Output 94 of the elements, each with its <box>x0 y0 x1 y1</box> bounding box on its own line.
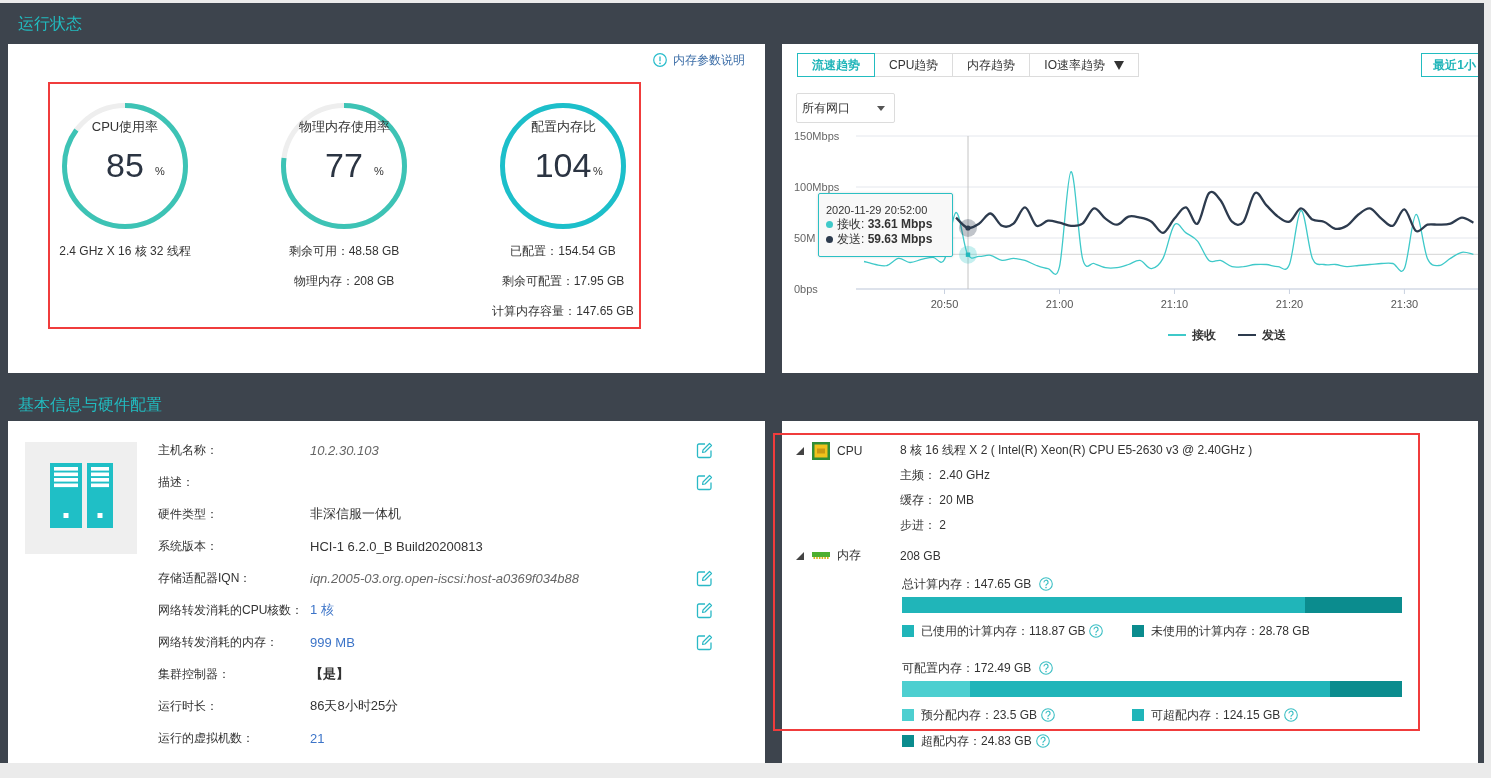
gauge-detail: 已配置：154.54 GB <box>510 243 616 260</box>
field-label: 描述： <box>158 473 195 491</box>
axis-label: 21:10 <box>1160 298 1189 310</box>
gauge-unit: % <box>374 164 384 178</box>
axis-label: 21:00 <box>1045 298 1074 310</box>
gauge-label: CPU使用率 <box>91 119 159 135</box>
field-label: 运行的虚拟机数： <box>158 729 255 747</box>
help-icon[interactable] <box>1039 661 1054 675</box>
field-label: 硬件类型： <box>158 505 219 523</box>
tab[interactable]: CPU趋势 <box>874 53 954 77</box>
legend-label: 发送 <box>1262 326 1286 344</box>
legend-label: 未使用的计算内存：28.78 GB <box>1151 622 1310 640</box>
gauge-value: 85 <box>106 145 144 185</box>
tooltip-value: 发送: 59.63 Mbps <box>837 231 933 248</box>
chip-icon <box>812 441 830 460</box>
axis-label: 20:50 <box>930 298 959 310</box>
field-label: 系统版本： <box>158 537 219 555</box>
gauge-label: 配置内存比 <box>530 119 596 135</box>
field-link[interactable]: 999 MB <box>310 634 355 650</box>
field-label: 网络转发消耗的内存： <box>158 633 279 651</box>
field-label: 集群控制器： <box>158 665 231 683</box>
caret-icon <box>1114 60 1124 70</box>
hardware-detail: 缓存： 20 MB <box>900 492 974 509</box>
hardware-detail: 主频： 2.40 GHz <box>900 467 991 484</box>
field-label: 主机名称： <box>158 441 219 459</box>
field-label: 存储适配器IQN： <box>158 569 253 587</box>
field-value: 86天8小时25分 <box>310 697 399 715</box>
gauge-detail: 物理内存：208 GB <box>293 273 395 290</box>
axis-label: 100Mbps <box>794 181 840 193</box>
info-icon <box>653 53 667 67</box>
field-value: HCI-1 6.2.0_B Build20200813 <box>310 538 483 554</box>
interface-select[interactable]: 所有网口 <box>796 93 895 123</box>
caret-icon <box>877 105 885 111</box>
gauge-detail: 剩余可配置：17.95 GB <box>501 273 625 290</box>
field-link[interactable]: 1 核 <box>310 601 334 619</box>
memory-total-label: 总计算内存：147.65 GB <box>902 575 1032 593</box>
gauge-detail: 2.4 GHz X 16 核 32 线程 <box>59 243 191 260</box>
tab[interactable]: 内存趋势 <box>952 53 1031 77</box>
field-link[interactable]: 21 <box>310 730 325 746</box>
field-value: 非深信服一体机 <box>310 505 401 523</box>
axis-label: 150Mbps <box>794 130 840 142</box>
legend-line-icon <box>1238 334 1256 336</box>
axis-label: 21:20 <box>1275 298 1304 310</box>
series-dot-icon <box>826 236 833 243</box>
hardware-name: 内存 <box>837 547 862 564</box>
edit-icon[interactable] <box>696 473 713 491</box>
edit-icon[interactable] <box>696 633 713 651</box>
legend-label: 接收 <box>1192 326 1216 344</box>
help-link[interactable]: 内存参数说明 <box>653 51 745 69</box>
legend-label: 可超配内存：124.15 GB <box>1151 706 1281 724</box>
section-title: 运行状态 <box>18 14 82 34</box>
gauge-detail: 计算内存容量：147.65 GB <box>492 303 634 320</box>
hardware-name: CPU <box>837 443 864 458</box>
server-icon <box>25 442 137 554</box>
tooltip-value: 接收: 33.61 Mbps <box>837 216 933 233</box>
hardware-summary: 8 核 16 线程 X 2 ( Intel(R) Xeon(R) CPU E5-2630 v3 @ 2.40GHz ) <box>900 442 1253 459</box>
axis-label: 21:30 <box>1390 298 1419 310</box>
field-value: iqn.2005-03.org.open-iscsi:host-a0369f034b88 <box>310 570 579 586</box>
field-value: 10.2.30.103 <box>310 442 379 458</box>
hardware-summary: 208 GB <box>900 548 941 563</box>
help-icon[interactable] <box>1284 708 1299 722</box>
legend-label: 预分配内存：23.5 GB <box>921 706 1038 724</box>
legend-label: 超配内存：24.83 GB <box>921 732 1032 750</box>
legend-line-icon <box>1168 334 1186 336</box>
edit-icon[interactable] <box>696 569 713 587</box>
axis-label: 0bps <box>794 283 818 295</box>
hardware-detail: 步进： 2 <box>900 517 946 534</box>
edit-icon[interactable] <box>696 601 713 619</box>
help-icon[interactable] <box>1089 624 1104 638</box>
gauge-value: 77 <box>325 145 363 185</box>
help-icon[interactable] <box>1035 734 1050 748</box>
series-dot-icon <box>826 221 833 228</box>
gauge-unit: % <box>593 164 603 178</box>
section-title: 基本信息与硬件配置 <box>18 394 162 415</box>
legend-label: 已使用的计算内存：118.87 GB <box>921 622 1086 640</box>
gauge-label: 物理内存使用率 <box>298 119 390 135</box>
edit-icon[interactable] <box>696 441 713 459</box>
field-label: 网络转发消耗的CPU核数： <box>158 601 305 619</box>
memory-total-label: 可配置内存：172.49 GB <box>902 659 1032 677</box>
tree-toggle-icon[interactable] <box>796 551 804 560</box>
hover-marker-icon <box>959 245 977 264</box>
gauge-detail: 剩余可用：48.58 GB <box>288 243 400 260</box>
gauge-value: 104 <box>534 145 592 185</box>
help-icon[interactable] <box>1039 577 1054 591</box>
axis-label: 50M <box>794 232 816 244</box>
gauge-unit: % <box>155 164 165 178</box>
hover-marker-icon <box>959 219 977 237</box>
memory-module-icon <box>812 552 830 559</box>
field-value: 【是】 <box>310 665 349 683</box>
tab[interactable]: IO速率趋势 <box>1029 53 1139 77</box>
tree-toggle-icon[interactable] <box>796 446 804 455</box>
help-icon[interactable] <box>1041 708 1056 722</box>
field-label: 运行时长： <box>158 697 219 715</box>
tooltip-time: 2020-11-29 20:52:00 <box>826 203 928 217</box>
